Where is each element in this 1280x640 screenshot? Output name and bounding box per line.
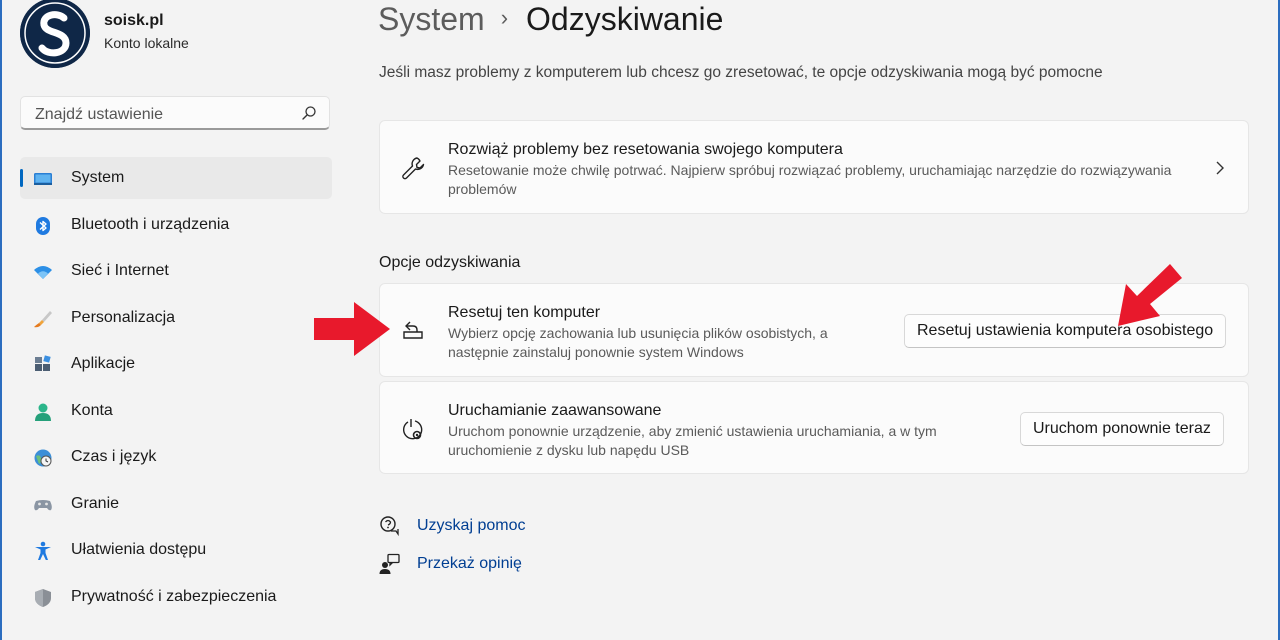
sidebar-item-label: Czas i język [71,448,157,465]
user-name: soisk.pl [104,12,164,29]
sidebar-item-gaming[interactable]: Granie [20,483,332,525]
breadcrumb: System › Odzyskiwanie [378,0,723,41]
sidebar-item-privacy[interactable]: Prywatność i zabezpieczenia [20,576,332,618]
advanced-startup-icon [402,419,423,440]
sidebar-item-label: Personalizacja [71,308,176,326]
wrench-icon [402,157,425,180]
sidebar-item-label: System [71,169,125,186]
help-icon [380,516,399,537]
card-title: Uruchamianie zaawansowane [448,402,662,419]
card-description: Wybierz opcję zachowania lub usunięcia p… [448,325,828,341]
card-title: Resetuj ten komputer [448,304,601,321]
annotation-arrow-right [314,302,390,356]
card-description: Resetowanie może chwilę potrwać. Najpier… [448,162,1172,178]
advanced-startup-card: Uruchamianie zaawansowane Uruchom ponown… [379,381,1249,474]
feedback-icon [379,553,400,574]
sidebar-item-time-language[interactable]: Czas i język [20,436,332,478]
person-icon [35,403,51,421]
globe-clock-icon [34,449,52,467]
active-indicator [20,169,23,187]
search-box[interactable] [20,96,330,130]
bluetooth-icon [36,216,50,235]
sidebar-item-apps[interactable]: Aplikacje [20,343,332,385]
sidebar-item-label: Ułatwienia dostępu [71,541,207,558]
breadcrumb-parent[interactable]: System [378,1,485,37]
card-description: problemów [448,181,517,197]
search-input[interactable] [33,103,297,127]
page-title: Odzyskiwanie [526,1,724,37]
feedback-link[interactable]: Przekaż opinię [417,555,522,573]
apps-icon [35,355,51,371]
card-description: uruchomienie z dysku lub napędu USB [448,442,690,458]
user-avatar-logo-icon [20,0,90,68]
gamepad-icon [34,499,52,510]
page-intro: Jeśli masz problemy z komputerem lub chc… [379,64,1103,81]
chevron-right-icon[interactable] [1214,160,1226,176]
feedback-link-row[interactable]: Przekaż opinię [379,553,579,577]
reset-pc-icon [403,321,423,339]
get-help-link-row[interactable]: Uzyskaj pomoc [379,515,579,539]
shield-icon [35,588,51,607]
sidebar-item-accounts[interactable]: Konta [20,390,332,432]
sidebar-item-bluetooth[interactable]: Bluetooth i urządzenia [20,204,332,246]
sidebar-item-personalization[interactable]: Personalizacja [20,297,332,339]
accessibility-icon [35,541,51,560]
avatar[interactable] [20,0,90,68]
sidebar-item-label: Granie [71,494,120,512]
account-type: Konto lokalne [104,35,189,51]
section-title: Opcje odzyskiwania [379,254,521,271]
sidebar-item-label: Konta [71,401,113,419]
sidebar-item-system[interactable]: System [20,157,332,199]
card-title: Rozwiąż problemy bez resetowania swojego… [448,141,843,158]
sidebar-nav: System Bluetooth i urządzenia Sieć i Int… [20,157,332,622]
window-frame-left [0,0,2,640]
sidebar-item-label: Sieć i Internet [71,262,169,279]
card-description: następnie zainstaluj ponownie system Win… [448,344,744,360]
brush-icon [34,310,52,327]
sidebar-item-label: Bluetooth i urządzenia [71,215,230,233]
troubleshoot-card[interactable]: Rozwiąż problemy bez resetowania swojego… [379,120,1249,214]
system-monitor-icon [34,173,52,185]
search-icon[interactable] [301,105,317,121]
get-help-link[interactable]: Uzyskaj pomoc [417,517,525,535]
breadcrumb-separator: › [500,4,509,30]
sidebar-item-network[interactable]: Sieć i Internet [20,250,332,292]
card-description: Uruchom ponownie urządzenie, aby zmienić… [448,423,937,439]
restart-now-button[interactable]: Uruchom ponownie teraz [1020,412,1224,446]
sidebar-item-accessibility[interactable]: Ułatwienia dostępu [20,529,332,571]
sidebar-item-label: Aplikacje [71,355,136,372]
wifi-icon [34,266,52,279]
sidebar-item-label: Prywatność i zabezpieczenia [71,587,277,605]
annotation-arrow-down-left [1118,264,1182,326]
